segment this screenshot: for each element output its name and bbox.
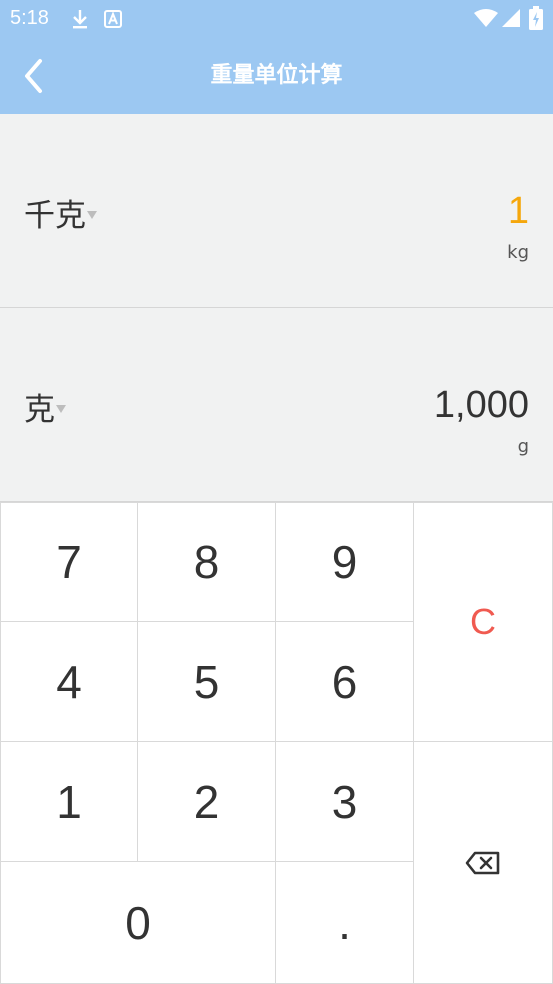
to-unit-value[interactable]: 1,000	[434, 384, 529, 427]
status-time: 5:18	[10, 7, 49, 29]
key-7[interactable]: 7	[0, 502, 138, 622]
key-1[interactable]: 1	[0, 742, 138, 862]
key-6[interactable]: 6	[276, 622, 414, 742]
to-unit-name: 克	[24, 391, 55, 428]
back-button[interactable]	[14, 52, 58, 100]
key-8[interactable]: 8	[138, 502, 276, 622]
from-unit-selector[interactable]: 千克	[24, 192, 97, 234]
battery-icon	[529, 6, 543, 30]
clear-button[interactable]: C	[414, 502, 553, 742]
from-unit-panel: 千克 1 kg	[0, 114, 553, 308]
wifi-icon	[474, 9, 498, 27]
from-unit-name: 千克	[24, 197, 86, 234]
to-unit-selector[interactable]: 克	[24, 386, 66, 428]
key-2[interactable]: 2	[138, 742, 276, 862]
key-5[interactable]: 5	[138, 622, 276, 742]
key-4[interactable]: 4	[0, 622, 138, 742]
download-icon	[73, 10, 87, 29]
to-unit-panel: 克 1,000 g	[0, 308, 553, 502]
app-bar: 重量单位计算	[0, 38, 553, 114]
page-title: 重量单位计算	[210, 63, 343, 88]
to-unit-symbol: g	[517, 436, 529, 457]
from-unit-value[interactable]: 1	[508, 190, 529, 233]
from-unit-symbol: kg	[507, 242, 529, 263]
key-9[interactable]: 9	[276, 502, 414, 622]
dropdown-arrow-icon	[87, 211, 97, 219]
key-0[interactable]: 0	[0, 862, 276, 984]
status-bar: 5:18	[0, 0, 553, 38]
key-decimal-point[interactable]: .	[276, 862, 414, 984]
dropdown-arrow-icon	[56, 405, 66, 413]
a-notification-icon	[104, 10, 122, 28]
backspace-icon	[465, 851, 500, 874]
signal-icon	[502, 9, 520, 27]
unit-converter-screen: 5:18 重量单位计算 千克 1 kg 克 1,000 g 7 8 9 C 4 …	[0, 0, 553, 984]
numeric-keypad: 7 8 9 C 4 5 6 1 2 3 0 .	[0, 502, 553, 984]
key-3[interactable]: 3	[276, 742, 414, 862]
back-arrow-icon	[25, 59, 42, 93]
backspace-button[interactable]	[414, 742, 553, 984]
